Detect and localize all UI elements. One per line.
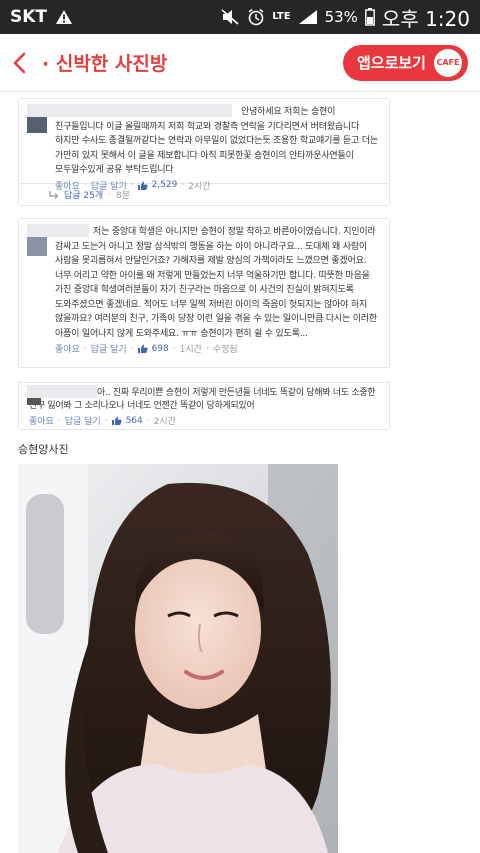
comment-time: 2시간 [188,181,211,192]
clock: 오후 1:20 [381,6,470,31]
post-content: 안녕하세요 저희는 승현이 친구들입니다 이글 올릴때까지 저희 학교와 경찰측… [0,92,480,853]
comment-card-2: 저는 중앙대 학생은 아니지만 승현이 정말 착하고 바른아이였습니다. 지인이… [18,218,390,368]
mute-icon [221,9,239,25]
edited-label: 수정됨 [212,345,238,355]
comment-actions: 좋아요 · 답글 달기 · 2,529 · 2시간 [55,179,211,192]
like-link[interactable]: 좋아요 [55,342,80,355]
reply-link[interactable]: 답글 달기 [65,414,101,427]
portrait-image [18,464,338,853]
cafe-logo-icon: CAFE [434,48,462,77]
reply-link[interactable]: 답글 달기 [91,342,127,355]
like-link[interactable]: 좋아요 [55,179,80,192]
back-button[interactable] [12,52,34,74]
photo-caption: 승현양사진 [18,443,69,456]
comment-card-1: 안녕하세요 저희는 승현이 친구들입니다 이글 올릴때까지 저희 학교와 경찰측… [18,98,390,206]
open-in-app-label: 앱으로보기 [356,54,426,72]
app-header: · 신박한 사진방 앱으로보기 CAFE [0,34,480,92]
open-in-app-button[interactable]: 앱으로보기 CAFE [342,44,468,81]
comment-time: 2시간 [153,417,176,427]
like-count: 2,529 [151,180,178,190]
comment-card-3: 아.. 진짜 우리이쁜 승현이 저렇게 만든년들 너네도 똑같이 당해봐 너도 … [18,382,390,430]
like-count: 564 [125,415,143,426]
reply-link[interactable]: 답글 달기 [91,179,127,192]
carrier-label: SKT [10,7,48,27]
commenter-name-redacted [27,385,97,398]
battery-icon [365,8,375,26]
comment-actions: 좋아요 · 답글 달기 · 564 · 2시간 [29,414,176,428]
alarm-icon [248,8,264,26]
commenter-avatar [27,236,47,256]
chevron-left-icon [13,52,26,73]
thumbs-up-icon [111,416,122,425]
signal-icon [298,10,317,24]
thumbs-up-icon [137,344,148,353]
like-count: 698 [151,343,169,354]
battery-percent: 53% [324,8,358,26]
thumbs-up-icon [137,181,148,190]
network-type: LTE [272,11,291,22]
comment-time: 1시간 [179,345,202,355]
warning-icon [56,10,73,24]
portrait-photo[interactable] [18,464,338,853]
commenter-name-redacted [27,104,232,117]
like-link[interactable]: 좋아요 [29,414,54,427]
page-title: · 신박한 사진방 [42,53,168,75]
commenter-name-redacted [27,224,89,237]
status-bar: SKT LTE 53% 오후 1:20 [0,0,480,34]
comment-actions: 좋아요 · 답글 달기 · 698 · 1시간 · 수정됨 [55,342,238,356]
comment-text: 저는 중앙대 학생은 아니지만 승현이 정말 착하고 바른아이였습니다. 지인이… [55,227,377,339]
